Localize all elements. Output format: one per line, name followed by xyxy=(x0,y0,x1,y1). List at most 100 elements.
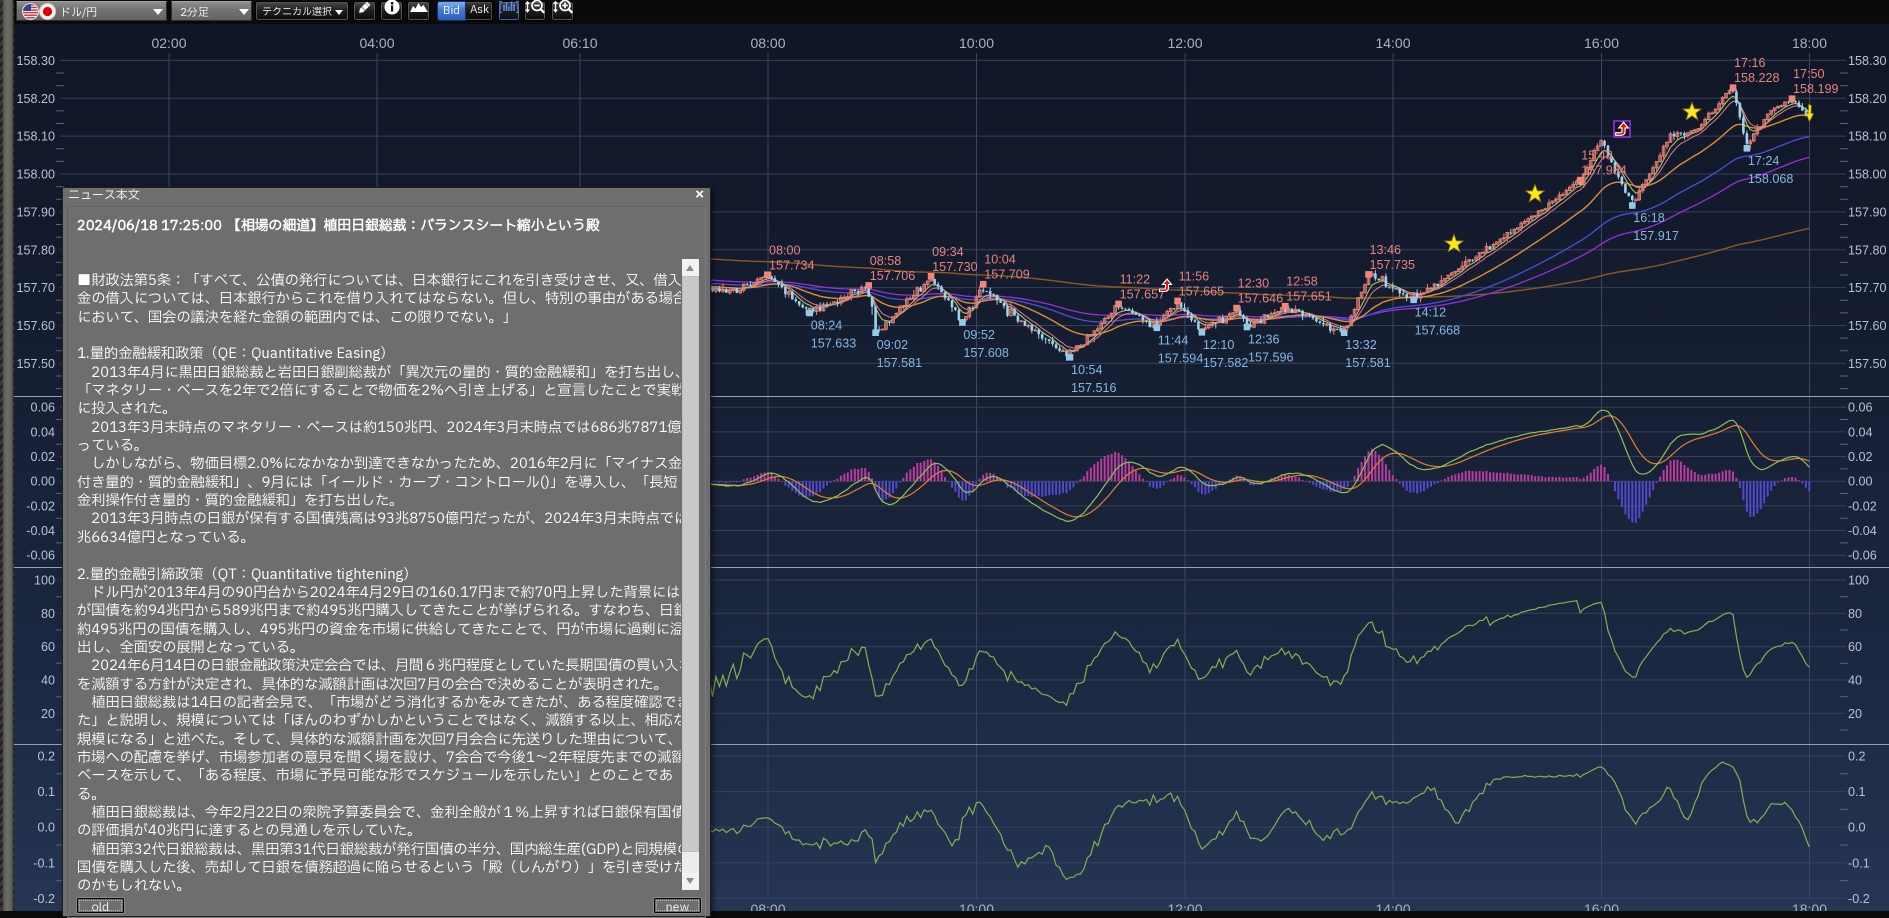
svg-text:08:00: 08:00 xyxy=(750,35,785,51)
svg-text:100: 100 xyxy=(34,574,55,588)
svg-text:17:50: 17:50 xyxy=(1793,67,1825,81)
svg-text:60: 60 xyxy=(1848,640,1862,654)
svg-text:16:00: 16:00 xyxy=(1584,35,1619,51)
svg-text:158.228: 158.228 xyxy=(1734,71,1780,85)
svg-text:157.80: 157.80 xyxy=(1848,243,1887,257)
svg-text:12:58: 12:58 xyxy=(1286,275,1318,289)
svg-text:157.734: 157.734 xyxy=(769,258,815,272)
svg-text:158.20: 158.20 xyxy=(1848,92,1887,106)
svg-text:09:02: 09:02 xyxy=(877,338,909,352)
svg-text:0.02: 0.02 xyxy=(1848,450,1873,464)
svg-text:18:00: 18:00 xyxy=(1792,901,1827,911)
svg-text:157.596: 157.596 xyxy=(1248,351,1294,365)
svg-text:157.60: 157.60 xyxy=(16,319,55,333)
svg-text:80: 80 xyxy=(41,607,55,621)
svg-text:-0.06: -0.06 xyxy=(1848,549,1877,563)
svg-text:0.0: 0.0 xyxy=(1848,821,1866,835)
svg-text:02:00: 02:00 xyxy=(151,35,186,51)
svg-text:11:56: 11:56 xyxy=(1179,269,1210,283)
svg-text:16:00: 16:00 xyxy=(1584,901,1619,911)
svg-text:157.633: 157.633 xyxy=(811,337,857,351)
svg-text:-0.04: -0.04 xyxy=(26,524,55,538)
svg-text:12:10: 12:10 xyxy=(1203,338,1235,352)
svg-text:12:00: 12:00 xyxy=(1167,35,1202,51)
svg-text:157.665: 157.665 xyxy=(1179,284,1225,298)
svg-text:157.50: 157.50 xyxy=(1848,357,1887,371)
svg-text:157.90: 157.90 xyxy=(16,205,55,219)
svg-text:20: 20 xyxy=(41,707,55,721)
svg-text:0.02: 0.02 xyxy=(30,450,55,464)
svg-text:12:00: 12:00 xyxy=(1167,901,1202,911)
svg-text:16:18: 16:18 xyxy=(1633,211,1665,225)
svg-text:100: 100 xyxy=(1848,574,1869,588)
svg-text:0.00: 0.00 xyxy=(1848,475,1873,489)
svg-text:158.00: 158.00 xyxy=(16,168,55,182)
svg-text:157.80: 157.80 xyxy=(16,243,55,257)
svg-text:09:34: 09:34 xyxy=(932,245,964,259)
svg-text:157.516: 157.516 xyxy=(1071,381,1117,395)
svg-text:157.730: 157.730 xyxy=(932,260,978,274)
svg-text:158.20: 158.20 xyxy=(16,92,55,106)
svg-text:157.706: 157.706 xyxy=(870,269,916,283)
svg-text:06:10: 06:10 xyxy=(562,35,597,51)
svg-text:157.581: 157.581 xyxy=(1345,356,1391,370)
svg-text:157.917: 157.917 xyxy=(1633,229,1679,243)
svg-text:-0.02: -0.02 xyxy=(26,499,55,513)
svg-text:10:00: 10:00 xyxy=(959,35,994,51)
svg-text:158.068: 158.068 xyxy=(1748,172,1794,186)
svg-text:158.00: 158.00 xyxy=(1848,168,1887,182)
svg-text:158.30: 158.30 xyxy=(1848,54,1887,68)
svg-text:0.06: 0.06 xyxy=(1848,401,1873,415)
svg-text:157.581: 157.581 xyxy=(877,356,923,370)
svg-text:11:44: 11:44 xyxy=(1158,333,1189,347)
svg-text:157.657: 157.657 xyxy=(1120,287,1166,301)
svg-text:17:24: 17:24 xyxy=(1748,154,1780,168)
svg-text:0.2: 0.2 xyxy=(37,750,55,764)
svg-text:-0.2: -0.2 xyxy=(1848,892,1870,906)
svg-text:157.50: 157.50 xyxy=(16,357,55,371)
svg-text:0.2: 0.2 xyxy=(1848,750,1866,764)
svg-text:09:52: 09:52 xyxy=(963,328,995,342)
svg-text:0.04: 0.04 xyxy=(1848,425,1873,439)
svg-text:13:46: 13:46 xyxy=(1370,243,1402,257)
svg-text:-0.06: -0.06 xyxy=(26,549,55,563)
svg-text:14:00: 14:00 xyxy=(1375,901,1410,911)
svg-text:158.10: 158.10 xyxy=(16,130,55,144)
svg-text:158.30: 158.30 xyxy=(16,54,55,68)
svg-text:157.709: 157.709 xyxy=(984,268,1030,282)
svg-text:157.651: 157.651 xyxy=(1286,290,1332,304)
svg-text:-0.02: -0.02 xyxy=(1848,499,1877,513)
svg-text:157.984: 157.984 xyxy=(1581,164,1627,178)
svg-text:14:12: 14:12 xyxy=(1415,305,1447,319)
svg-text:10:04: 10:04 xyxy=(984,253,1016,267)
svg-text:14:00: 14:00 xyxy=(1375,35,1410,51)
svg-text:08:58: 08:58 xyxy=(870,254,902,268)
svg-text:157.70: 157.70 xyxy=(16,281,55,295)
svg-text:157.594: 157.594 xyxy=(1158,351,1204,365)
svg-text:157.646: 157.646 xyxy=(1238,292,1284,306)
svg-text:10:54: 10:54 xyxy=(1071,363,1103,377)
svg-text:17:16: 17:16 xyxy=(1734,56,1766,70)
svg-text:11:22: 11:22 xyxy=(1120,272,1151,286)
svg-text:-0.1: -0.1 xyxy=(33,856,55,870)
svg-text:15:48: 15:48 xyxy=(1581,149,1613,163)
svg-text:157.90: 157.90 xyxy=(1848,205,1887,219)
svg-text:0.06: 0.06 xyxy=(30,401,55,415)
svg-text:60: 60 xyxy=(41,640,55,654)
svg-text:13:32: 13:32 xyxy=(1345,338,1377,352)
svg-text:157.60: 157.60 xyxy=(1848,319,1887,333)
svg-text:10:00: 10:00 xyxy=(959,901,994,911)
svg-text:0.00: 0.00 xyxy=(30,475,55,489)
svg-text:18:00: 18:00 xyxy=(1792,35,1827,51)
svg-text:08:00: 08:00 xyxy=(750,901,785,911)
svg-text:0.1: 0.1 xyxy=(37,785,55,799)
svg-text:-0.04: -0.04 xyxy=(1848,524,1877,538)
svg-text:08:24: 08:24 xyxy=(811,319,843,333)
svg-text:-0.1: -0.1 xyxy=(1848,856,1870,870)
svg-text:0.1: 0.1 xyxy=(1848,785,1866,799)
svg-text:04:00: 04:00 xyxy=(359,35,394,51)
svg-text:20: 20 xyxy=(1848,707,1862,721)
svg-text:157.70: 157.70 xyxy=(1848,281,1887,295)
svg-text:0.04: 0.04 xyxy=(30,425,55,439)
svg-text:157.582: 157.582 xyxy=(1203,356,1249,370)
